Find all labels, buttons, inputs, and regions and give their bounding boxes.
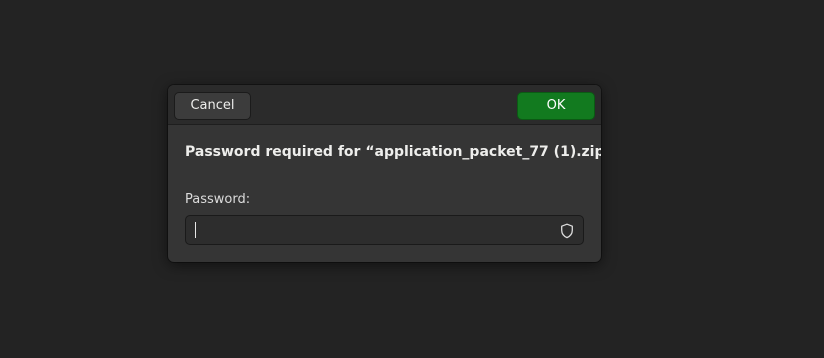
text-cursor — [195, 222, 196, 238]
dialog-header-bar: Cancel OK — [168, 85, 601, 125]
dialog-title: Password required for “application_packe… — [185, 144, 601, 160]
password-input[interactable] — [192, 219, 546, 243]
cancel-button[interactable]: Cancel — [174, 92, 251, 120]
shield-icon[interactable] — [560, 223, 574, 239]
password-label: Password: — [185, 192, 251, 207]
password-field[interactable] — [185, 215, 584, 245]
password-dialog: Cancel OK Password required for “applica… — [168, 85, 601, 262]
ok-button[interactable]: OK — [517, 92, 595, 120]
